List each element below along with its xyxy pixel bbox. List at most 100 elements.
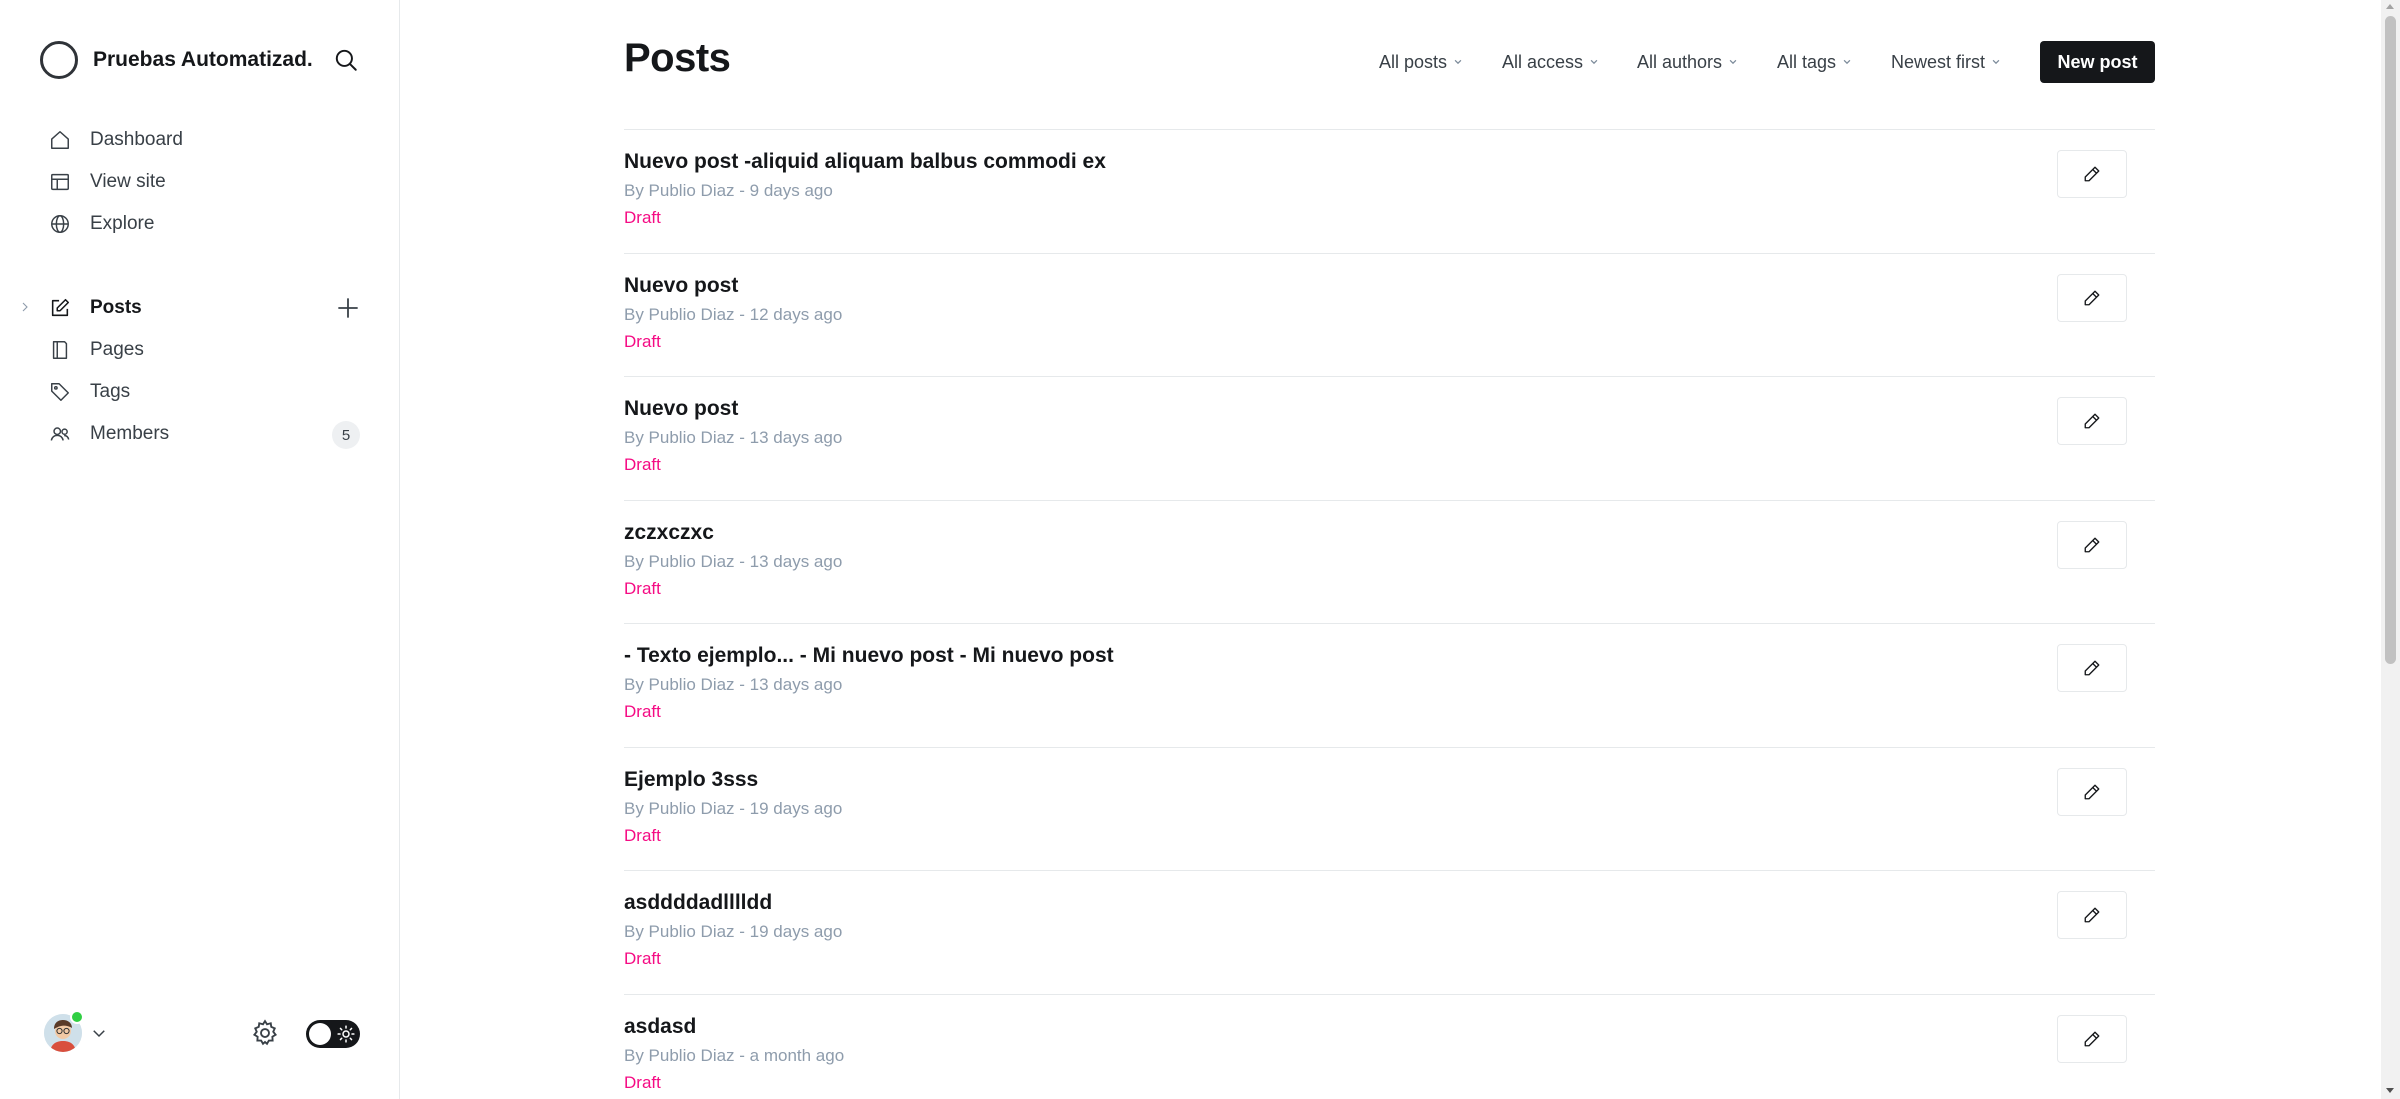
status-badge: Draft — [624, 331, 661, 351]
post-meta: By Publio Diaz - 12 days ago — [624, 304, 843, 324]
sidebar-footer — [40, 1010, 360, 1060]
chevron-down-icon — [1843, 59, 1851, 65]
sidebar-item-label: Dashboard — [90, 129, 183, 150]
edit-post-button[interactable] — [2057, 520, 2127, 569]
chevron-down-icon — [1729, 59, 1737, 65]
page-icon — [48, 338, 72, 362]
sidebar-item-posts[interactable]: Posts — [0, 287, 400, 329]
home-icon — [48, 128, 72, 152]
post-title[interactable]: Nuevo post — [624, 274, 738, 298]
sidebar-item-dashboard[interactable]: Dashboard — [0, 119, 400, 161]
status-badge: Draft — [624, 455, 661, 474]
filter-authors-dropdown[interactable]: All authors — [1637, 48, 1738, 76]
sidebar-item-label: Pages — [90, 339, 144, 360]
list-item[interactable]: Nuevo post By Publio Diaz - 12 days ago … — [624, 252, 2155, 377]
sidebar-item-tags[interactable]: Tags — [0, 371, 400, 413]
sort-order-dropdown[interactable]: Newest first — [1891, 48, 2001, 76]
search-button[interactable] — [330, 44, 362, 76]
globe-icon — [48, 212, 72, 236]
pencil-icon — [2084, 413, 2100, 429]
list-item[interactable]: Nuevo post -aliquid aliquam balbus commo… — [624, 129, 2155, 253]
user-menu-toggle[interactable] — [90, 1024, 108, 1042]
post-title[interactable]: Nuevo post -aliquid aliquam balbus commo… — [624, 150, 1106, 174]
edit-post-button[interactable] — [2057, 767, 2127, 816]
filter-label: All tags — [1777, 51, 1837, 72]
add-post-button[interactable] — [334, 294, 362, 322]
chevron-down-icon — [1590, 59, 1598, 65]
settings-button[interactable] — [250, 1018, 280, 1048]
site-name: Pruebas Automatizad... — [93, 48, 313, 71]
post-title[interactable]: Nuevo post — [624, 397, 738, 421]
filter-access-dropdown[interactable]: All access — [1502, 48, 1599, 76]
status-badge: Draft — [624, 949, 661, 968]
post-meta: By Publio Diaz - 13 days ago — [624, 428, 843, 447]
tag-icon — [48, 380, 72, 404]
edit-post-button[interactable] — [2057, 891, 2127, 939]
gear-icon — [252, 1019, 278, 1046]
filter-type-dropdown[interactable]: All posts — [1379, 48, 1463, 76]
filter-label: All access — [1502, 51, 1584, 72]
new-post-button[interactable]: New post — [2040, 41, 2155, 83]
scroll-up-arrow[interactable] — [2386, 4, 2394, 9]
edit-post-button[interactable] — [2057, 644, 2127, 692]
sidebar-item-label: Members — [90, 423, 170, 444]
post-title[interactable]: - Texto ejemplo... - Mi nuevo post - Mi … — [624, 644, 1114, 668]
filter-label: All posts — [1379, 51, 1448, 72]
posts-list: Nuevo post -aliquid aliquam balbus commo… — [624, 129, 2155, 1099]
search-icon — [335, 49, 357, 71]
status-badge: Draft — [624, 578, 661, 598]
theme-toggle[interactable] — [306, 1020, 360, 1048]
layout-icon — [48, 170, 72, 194]
list-item[interactable]: Ejemplo 3sss By Publio Diaz - 19 days ag… — [624, 746, 2155, 871]
list-item[interactable]: zczxczxc By Publio Diaz - 13 days ago Dr… — [624, 499, 2155, 624]
status-badge: Draft — [624, 702, 661, 721]
list-item[interactable]: - Texto ejemplo... - Mi nuevo post - Mi … — [624, 623, 2155, 747]
pencil-icon — [2084, 290, 2100, 305]
pencil-square-icon — [48, 296, 72, 320]
pencil-icon — [2084, 907, 2100, 923]
status-badge: Draft — [624, 208, 661, 227]
edit-post-button[interactable] — [2057, 397, 2127, 445]
online-status-indicator — [70, 1010, 84, 1024]
post-title[interactable]: asddddadlllldd — [624, 891, 772, 915]
pencil-icon — [2084, 537, 2100, 552]
sidebar-item-label: Tags — [90, 381, 131, 402]
filter-label: Newest first — [1891, 51, 1986, 72]
edit-post-button[interactable] — [2057, 1014, 2127, 1063]
post-meta: By Publio Diaz - 13 days ago — [624, 675, 843, 694]
scroll-down-arrow[interactable] — [2386, 1088, 2394, 1093]
list-item[interactable]: asdasd By Publio Diaz - a month ago Draf… — [624, 993, 2155, 1099]
post-meta: By Publio Diaz - 13 days ago — [624, 551, 843, 571]
pencil-icon — [2084, 166, 2100, 182]
edit-post-button[interactable] — [2057, 273, 2127, 322]
scrollbar-thumb[interactable] — [2385, 16, 2396, 664]
site-brand[interactable]: Pruebas Automatizad... — [40, 40, 313, 80]
theme-toggle-knob — [309, 1023, 331, 1045]
plus-icon — [338, 298, 358, 318]
filter-tags-dropdown[interactable]: All tags — [1777, 48, 1852, 76]
post-title[interactable]: Ejemplo 3sss — [624, 768, 758, 792]
post-meta: By Publio Diaz - 19 days ago — [624, 922, 843, 941]
post-title[interactable]: zczxczxc — [624, 521, 714, 545]
chevron-down-icon — [93, 1030, 105, 1038]
pencil-icon — [2084, 784, 2100, 799]
page-scrollbar[interactable] — [2381, 0, 2400, 1099]
sidebar-item-members[interactable]: Members 5 — [0, 413, 400, 455]
sidebar-item-explore[interactable]: Explore — [0, 203, 400, 245]
sun-icon — [337, 1025, 355, 1043]
sidebar-item-view-site[interactable]: View site — [0, 161, 400, 203]
edit-post-button[interactable] — [2057, 150, 2127, 198]
post-meta: By Publio Diaz - 9 days ago — [624, 181, 833, 200]
content-nav: Posts Pages Tags Members 5 — [0, 287, 400, 455]
chevron-right-icon[interactable] — [17, 299, 33, 315]
list-item[interactable]: Nuevo post By Publio Diaz - 13 days ago … — [624, 376, 2155, 500]
post-title[interactable]: asdasd — [624, 1015, 696, 1039]
pencil-icon — [2084, 660, 2100, 676]
chevron-down-icon — [1454, 59, 1462, 65]
sidebar-item-pages[interactable]: Pages — [0, 329, 400, 371]
filter-label: All authors — [1637, 51, 1723, 72]
sidebar: Pruebas Automatizad... Dashboard View si… — [0, 0, 400, 1099]
chevron-down-icon — [1992, 59, 2000, 65]
pencil-icon — [2084, 1031, 2100, 1046]
list-item[interactable]: asddddadlllldd By Publio Diaz - 19 days … — [624, 870, 2155, 994]
